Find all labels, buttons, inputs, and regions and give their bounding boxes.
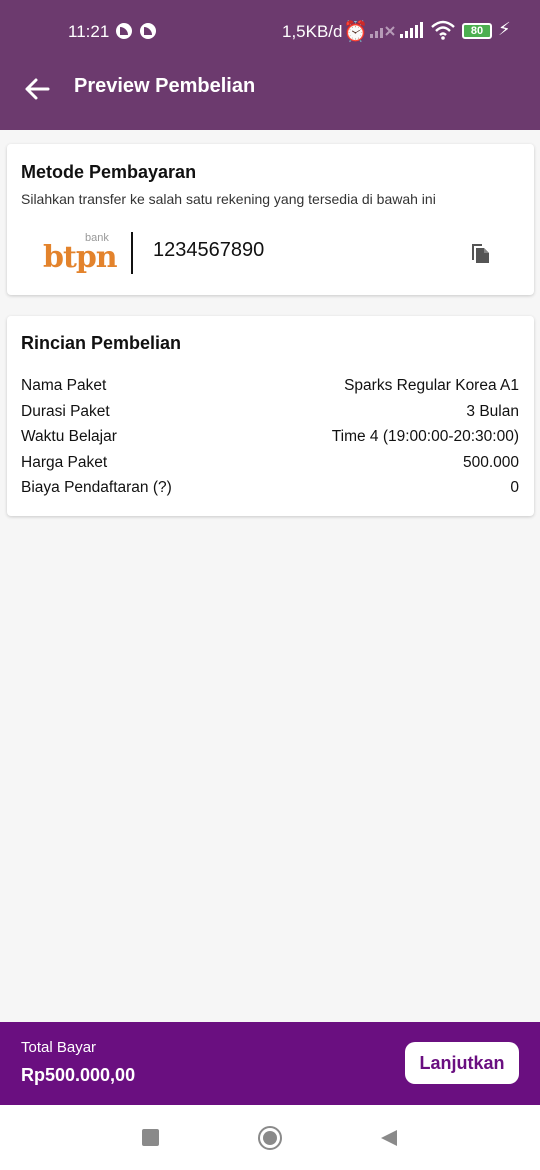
system-nav-bar — [0, 1105, 540, 1170]
top-bar: 11:21 1,5KB/d ⏰ 80 ⚡ Preview Pembelian — [0, 0, 540, 130]
home-icon[interactable] — [258, 1126, 282, 1150]
payment-method-subtitle: Silahkan transfer ke salah satu rekening… — [21, 191, 436, 207]
detail-row: Waktu Belajar Time 4 (19:00:00-20:30:00) — [21, 426, 519, 452]
recent-apps-icon[interactable] — [142, 1129, 159, 1146]
detail-value: Time 4 (19:00:00-20:30:00) — [331, 428, 519, 445]
bank-logo-name: btpn — [43, 240, 118, 275]
purchase-details-card: Rincian Pembelian Nama Paket Sparks Regu… — [7, 316, 534, 516]
total-label: Total Bayar — [21, 1039, 97, 1056]
detail-value: 500.000 — [462, 453, 519, 471]
network-speed: 1,5KB/d — [282, 22, 343, 41]
status-time: 11:21 — [68, 22, 110, 41]
detail-value: 3 Bulan — [466, 402, 519, 420]
status-bar: 11:21 1,5KB/d ⏰ 80 ⚡ — [0, 0, 540, 64]
notification-icon — [116, 23, 132, 39]
payment-method-title: Metode Pembayaran — [21, 162, 197, 182]
signal-icon — [370, 26, 395, 38]
payment-method-card: Metode Pembayaran Silahkan transfer ke s… — [7, 144, 534, 295]
back-triangle-icon[interactable] — [380, 1129, 398, 1147]
bank-logo: bank btpn — [43, 232, 118, 276]
detail-label: Durasi Paket — [21, 402, 110, 420]
detail-label: Harga Paket — [21, 453, 108, 471]
notification-icon — [140, 23, 156, 39]
account-number: 1234567890 — [153, 239, 265, 261]
alarm-icon: ⏰ — [343, 21, 368, 43]
detail-label: Waktu Belajar — [21, 428, 117, 445]
wifi-icon — [431, 20, 455, 40]
total-value: Rp500.000,00 — [21, 1065, 136, 1085]
copy-icon[interactable] — [470, 241, 492, 265]
continue-button[interactable]: Lanjutkan — [405, 1042, 519, 1084]
arrow-left-icon[interactable] — [22, 74, 52, 104]
battery-icon: 80 — [462, 23, 492, 39]
charging-icon: ⚡ — [498, 19, 511, 39]
detail-row: Nama Paket Sparks Regular Korea A1 — [21, 375, 519, 401]
signal-icon — [400, 22, 423, 38]
detail-row: Harga Paket 500.000 — [21, 452, 519, 478]
detail-value: Sparks Regular Korea A1 — [344, 377, 519, 394]
page-title: Preview Pembelian — [74, 75, 256, 97]
detail-value: 0 — [510, 479, 519, 496]
details-list: Nama Paket Sparks Regular Korea A1 Duras… — [21, 375, 519, 503]
purchase-details-title: Rincian Pembelian — [21, 333, 182, 353]
detail-row: Durasi Paket 3 Bulan — [21, 401, 519, 427]
detail-row[interactable]: Biaya Pendaftaran (?) 0 — [21, 477, 519, 503]
logo-divider — [131, 232, 133, 274]
detail-label: Nama Paket — [21, 377, 107, 394]
checkout-bar: Total Bayar Rp500.000,00 Lanjutkan — [0, 1022, 540, 1105]
detail-label[interactable]: Biaya Pendaftaran (?) — [21, 479, 172, 497]
